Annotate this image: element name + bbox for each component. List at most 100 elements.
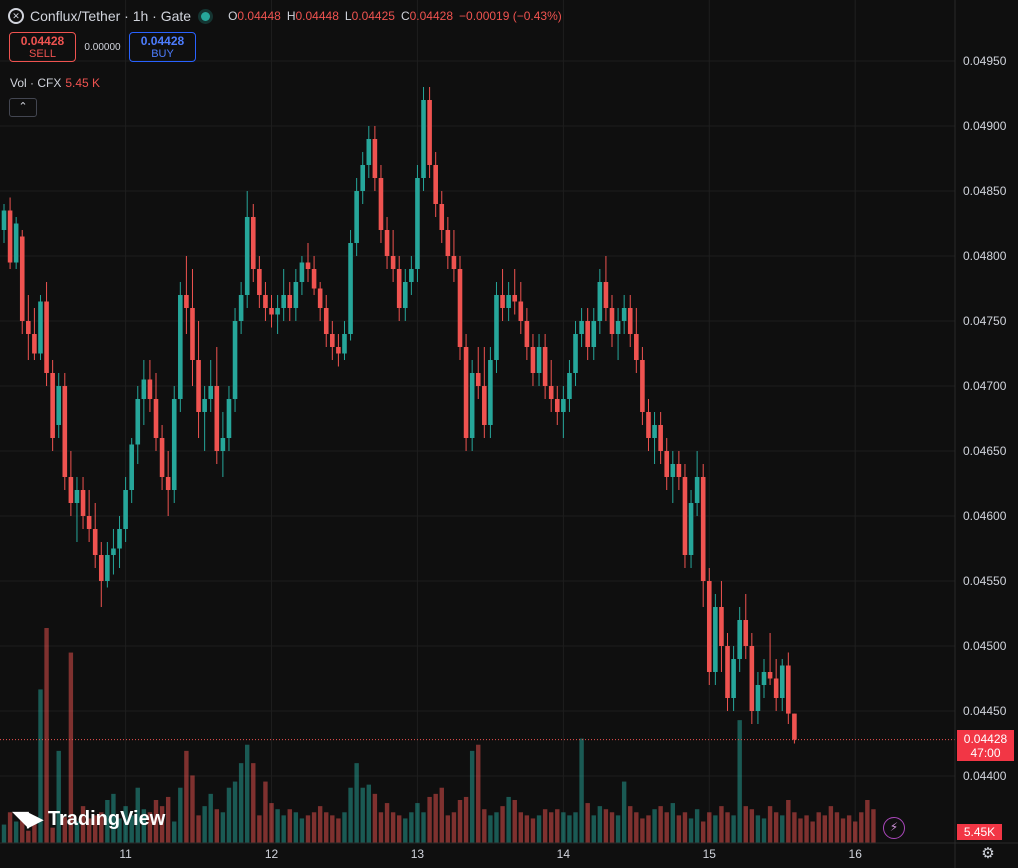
candle-body — [366, 139, 372, 165]
candle-body — [184, 295, 189, 308]
volume-bar — [871, 809, 876, 843]
candle-body — [658, 425, 663, 451]
volume-bar — [555, 809, 560, 843]
volume-bar — [816, 812, 821, 843]
volume-bar — [536, 815, 542, 843]
candle-body — [786, 665, 791, 714]
candle-body — [311, 269, 317, 289]
volume-bar — [542, 809, 548, 843]
volume-bar — [214, 809, 219, 843]
symbol-title[interactable]: Conflux/Tether · 1h · Gate — [30, 8, 191, 24]
y-tick-label: 0.04950 — [963, 54, 1007, 68]
candle-body — [92, 529, 98, 555]
candle-body — [451, 256, 457, 269]
candle-body — [372, 139, 378, 178]
candle-body — [561, 399, 566, 412]
candle-body — [409, 269, 414, 282]
volume-bar — [238, 763, 244, 843]
candle-body — [725, 646, 730, 698]
x-tick-label: 16 — [849, 847, 863, 861]
candle-body — [317, 288, 323, 308]
candle-body — [731, 659, 736, 698]
volume-bar — [263, 781, 268, 843]
candle-body — [202, 399, 207, 412]
candle-body — [518, 301, 524, 321]
x-tick-label: 12 — [265, 847, 279, 861]
volume-bar — [226, 787, 232, 843]
volume-bar — [652, 809, 657, 843]
volume-bar — [165, 796, 171, 843]
x-tick-label: 15 — [703, 847, 717, 861]
candle-body — [743, 620, 749, 646]
volume-bar — [251, 763, 256, 843]
candle-body — [634, 334, 639, 360]
volume-bar — [494, 812, 499, 843]
volume-bar — [342, 812, 347, 843]
collapse-button[interactable]: ⌃ — [9, 98, 37, 117]
volume-bar — [275, 809, 280, 843]
candle-body — [263, 295, 268, 308]
tradingview-mark-icon: ◥▶ — [12, 806, 44, 831]
candle-body — [190, 308, 195, 360]
volume-bar — [190, 775, 195, 843]
volume-bar — [719, 806, 724, 843]
candle-body — [548, 386, 554, 399]
volume-bar — [579, 738, 584, 843]
volume-bar — [208, 793, 213, 843]
candle-body — [348, 243, 353, 334]
y-tick-label: 0.04800 — [963, 249, 1007, 263]
candle-body — [117, 529, 122, 549]
candle-body — [573, 334, 578, 373]
volume-bar — [773, 812, 779, 843]
volume-bar — [798, 818, 803, 843]
candle-body — [761, 672, 767, 685]
volume-bar — [348, 787, 353, 843]
volume-bar — [694, 809, 700, 843]
candle-body — [688, 503, 694, 555]
candle-body — [62, 386, 68, 477]
volume-bar — [451, 812, 457, 843]
candle-body — [220, 438, 226, 451]
candle-body — [38, 301, 43, 354]
candle-body — [153, 399, 159, 438]
volume-bar — [609, 812, 615, 843]
volume-bar — [846, 815, 852, 843]
volume-bar — [457, 800, 463, 843]
volume-bar — [822, 815, 827, 843]
candle-body — [439, 204, 445, 230]
candle-body — [494, 295, 499, 360]
volume-bar — [767, 806, 773, 843]
x-tick-label: 11 — [119, 847, 132, 861]
volume-bar — [372, 793, 378, 843]
ohlc-key: C — [400, 9, 410, 23]
volume-bar — [427, 796, 432, 843]
candle-body — [214, 386, 220, 451]
buy-button[interactable]: 0.04428 BUY — [129, 32, 196, 62]
candle-body — [621, 308, 627, 321]
volume-bar — [1, 824, 7, 843]
volume-bar — [433, 793, 438, 843]
gear-icon[interactable]: ⚙ — [979, 845, 997, 863]
x-tick-label: 13 — [411, 847, 425, 861]
candle-body — [463, 347, 469, 438]
candle-body — [208, 386, 214, 399]
candle-body — [433, 165, 438, 204]
lightning-icon[interactable]: ⚡ — [883, 817, 905, 839]
volume-bar — [409, 812, 414, 843]
ohlc-value: 0.04428 — [409, 9, 454, 23]
price-chart[interactable]: 0.04950 0.04900 0.04850 0.04800 0.04750 0.047… — [0, 0, 1018, 868]
volume-bar — [701, 821, 706, 843]
candle-body — [482, 386, 487, 425]
candle-body — [1, 210, 7, 230]
y-tick-label: 0.04450 — [963, 704, 1007, 718]
candle-body — [80, 490, 86, 516]
sell-button[interactable]: 0.04428 SELL — [9, 32, 76, 62]
candle-body — [694, 477, 700, 503]
candle-body — [159, 438, 165, 477]
y-tick-label: 0.04650 — [963, 444, 1007, 458]
volume-bar — [840, 818, 846, 843]
candle-body — [171, 399, 177, 490]
y-tick-label: 0.04550 — [963, 574, 1007, 588]
volume-bar — [749, 809, 755, 843]
candle-body — [676, 464, 682, 477]
